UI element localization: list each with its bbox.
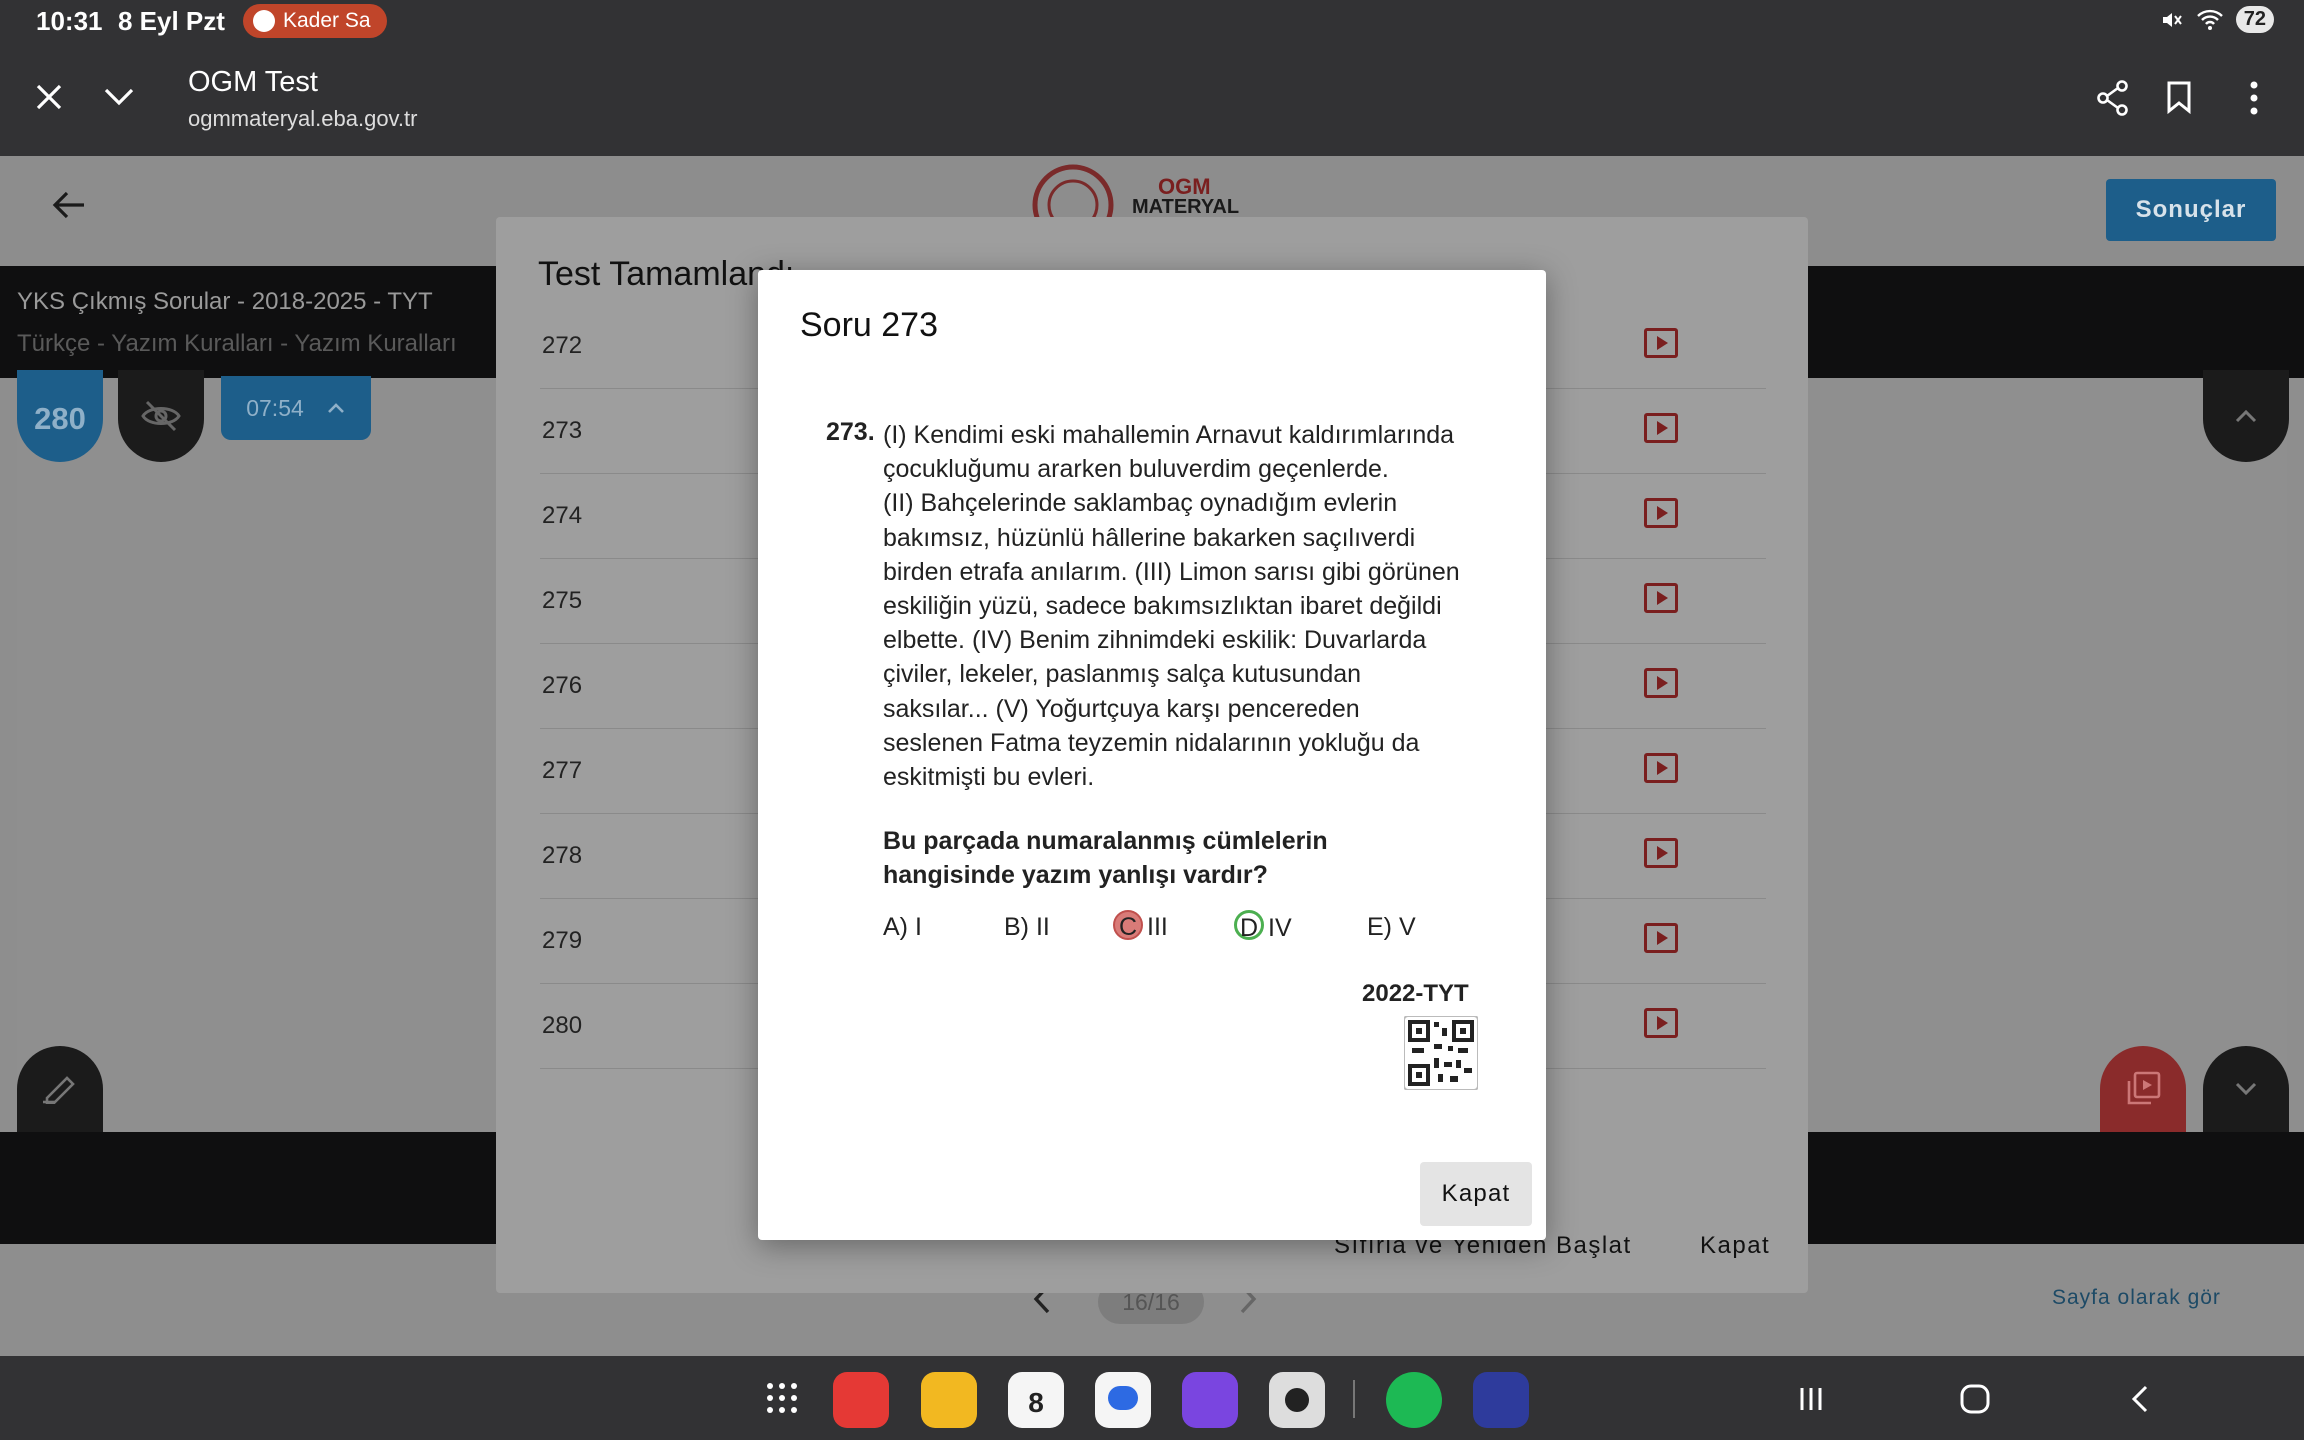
- option-b: B) II: [1004, 913, 1050, 942]
- chevron-down-icon: [2235, 1082, 2257, 1096]
- timer[interactable]: 07:54: [221, 376, 371, 440]
- question-row-number: 273: [542, 417, 583, 444]
- hide-button[interactable]: [118, 370, 204, 462]
- spotify-icon: [253, 10, 275, 32]
- status-date: 8 Eyl Pzt: [118, 6, 225, 36]
- ogm-logo: OGM MATERYAL: [1030, 162, 1260, 220]
- play-video-icon[interactable]: [1644, 923, 1678, 953]
- question-source: 2022-TYT: [1362, 980, 1469, 1007]
- option-a: A) I: [883, 913, 922, 942]
- notes-app-icon[interactable]: [833, 1372, 889, 1428]
- results-close-button[interactable]: Kapat: [1700, 1232, 1770, 1260]
- play-video-icon[interactable]: [1644, 328, 1678, 358]
- option-letter: E): [1367, 913, 1392, 941]
- more-options-icon[interactable]: [2248, 80, 2260, 116]
- question-row-number: 275: [542, 587, 583, 614]
- media-chip[interactable]: Kader Sa: [243, 4, 387, 38]
- play-video-icon[interactable]: [1644, 413, 1678, 443]
- status-icons: 72: [2160, 6, 2274, 33]
- close-icon[interactable]: [34, 82, 64, 112]
- option-c-selected-wrong: C III: [1113, 910, 1168, 942]
- option-letter: B): [1004, 913, 1029, 941]
- question-number: 273.: [826, 418, 875, 446]
- battery-indicator: 72: [2235, 6, 2274, 33]
- option-text: IV: [1268, 914, 1292, 942]
- media-chip-label: Kader Sa: [283, 9, 371, 32]
- browser-url: ogmmateryal.eba.gov.tr: [188, 106, 418, 131]
- scroll-down-button[interactable]: [2203, 1046, 2289, 1132]
- option-letter: D: [1234, 910, 1264, 942]
- timer-value: 07:54: [246, 394, 304, 421]
- question-close-button[interactable]: Kapat: [1420, 1162, 1532, 1226]
- gallery-button[interactable]: [2100, 1046, 2186, 1132]
- calendar-app-icon[interactable]: 8: [1008, 1372, 1064, 1428]
- option-text: III: [1147, 913, 1168, 941]
- results-dialog-title: Test Tamamlandı: [538, 255, 795, 293]
- question-stem: Bu parçada numaralanmış cümlelerin hangi…: [883, 827, 1328, 889]
- play-video-icon[interactable]: [1644, 668, 1678, 698]
- breadcrumb-course: YKS Çıkmış Sorular - 2018-2025 - TYT: [17, 288, 433, 315]
- eye-off-icon: [141, 400, 181, 432]
- home-icon[interactable]: [1958, 1382, 1992, 1416]
- back-arrow-icon[interactable]: [52, 190, 86, 220]
- question-row-number: 278: [542, 842, 583, 869]
- mute-icon: [2162, 12, 2182, 27]
- share-icon[interactable]: [2096, 80, 2130, 116]
- play-video-icon[interactable]: [1644, 753, 1678, 783]
- question-row-number: 280: [542, 1012, 583, 1039]
- option-letter: A): [883, 913, 908, 941]
- draw-button[interactable]: [17, 1046, 103, 1132]
- video-library-icon: [2127, 1071, 2161, 1105]
- play-video-icon[interactable]: [1644, 1008, 1678, 1038]
- chevron-up-icon: [2235, 409, 2257, 423]
- play-video-icon[interactable]: [1644, 838, 1678, 868]
- question-row-number: 277: [542, 757, 583, 784]
- play-video-icon[interactable]: [1644, 583, 1678, 613]
- breadcrumb-topic: Türkçe - Yazım Kuralları - Yazım Kuralla…: [17, 330, 457, 357]
- option-text: II: [1035, 913, 1050, 941]
- question-modal-title: Soru 273: [800, 306, 938, 344]
- app-drawer-icon[interactable]: [764, 1380, 800, 1416]
- option-e: E) V: [1367, 913, 1416, 942]
- option-letter: C: [1113, 910, 1143, 941]
- results-button[interactable]: Sonuçlar: [2106, 179, 2276, 241]
- question-passage: (I) Kendimi eski mahallemin Arnavut kald…: [883, 421, 1460, 792]
- recent-app-icon[interactable]: [1473, 1372, 1529, 1428]
- recents-icon[interactable]: [1796, 1384, 1826, 1414]
- question-row-number: 272: [542, 332, 583, 359]
- spotify-app-icon[interactable]: [1386, 1372, 1442, 1428]
- question-number-badge[interactable]: 280: [17, 370, 103, 462]
- bookmark-icon[interactable]: [2166, 80, 2192, 114]
- page-view-link[interactable]: Sayfa olarak gör: [2052, 1286, 2221, 1310]
- back-icon[interactable]: [2128, 1384, 2152, 1414]
- question-row-number: 279: [542, 927, 583, 954]
- chevron-up-icon: [327, 403, 344, 413]
- camera-app-icon[interactable]: [1269, 1372, 1325, 1428]
- play-video-icon[interactable]: [1644, 498, 1678, 528]
- browser-page-title: OGM Test: [188, 66, 318, 98]
- files-app-icon[interactable]: [921, 1372, 977, 1428]
- pen-icon: [43, 1076, 75, 1104]
- option-text: V: [1398, 913, 1416, 941]
- browser-app-icon[interactable]: [1182, 1372, 1238, 1428]
- option-d-correct: D IV: [1234, 910, 1292, 943]
- question-row-number: 276: [542, 672, 583, 699]
- question-row-number: 274: [542, 502, 583, 529]
- wifi-icon: [2196, 9, 2223, 30]
- option-text: I: [914, 913, 922, 941]
- logo-text-materyal: MATERYAL: [1132, 196, 1240, 218]
- chevron-down-icon[interactable]: [102, 84, 136, 110]
- status-time: 10:31: [36, 6, 103, 36]
- dock-divider: [1353, 1380, 1355, 1418]
- browser-toolbar: [0, 44, 2304, 156]
- scroll-up-button[interactable]: [2203, 370, 2289, 462]
- qr-code-icon: [1404, 1016, 1478, 1090]
- messages-app-icon[interactable]: [1095, 1372, 1151, 1428]
